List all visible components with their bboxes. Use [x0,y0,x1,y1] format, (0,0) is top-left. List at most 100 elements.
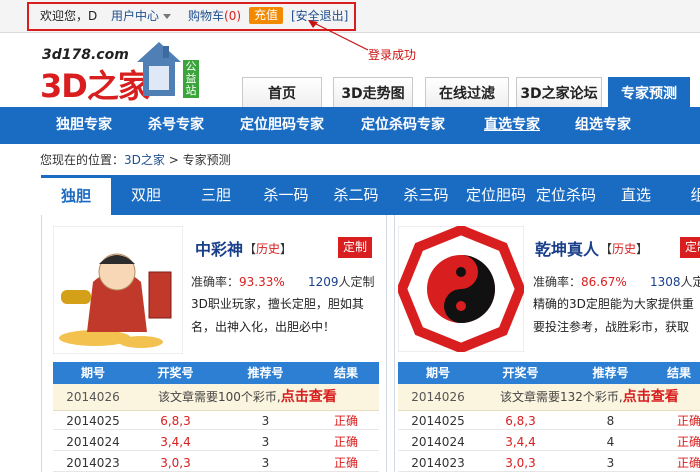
history-label: 历史 [256,242,281,256]
th-draw: 开奖号 [157,366,194,380]
cell-result: 正确 [676,414,700,428]
accuracy-label: 准确率： [191,275,240,289]
customize-button[interactable]: 定制 [338,237,372,258]
customize-button[interactable]: 定制 [680,237,700,258]
cart-label: 购物车 [188,9,225,23]
accuracy-value: 93.33% [239,275,285,289]
cell-draw: 3,4,4 [160,435,191,449]
customers-line: 1209人定制 [308,273,375,290]
accuracy-value: 86.67% [581,275,627,289]
subnav-direct[interactable]: 直选专家 [484,107,540,144]
view-link[interactable]: 点击查看 [623,389,679,405]
accuracy-line: 准确率：86.67% [533,273,627,290]
paid-row: 2014026 该文章需要100个彩币,点击查看 [53,384,379,411]
cell-issue: 2014025 [411,414,465,428]
results-table-header: 期号 开奖号 推荐号 结果 [398,362,700,384]
paid-text: 该文章需要100个彩币, [158,390,281,404]
th-issue: 期号 [425,366,450,380]
paid-row: 2014026 该文章需要132个彩币,点击查看 [398,384,700,411]
breadcrumb-home-link[interactable]: 3D之家 [124,153,165,167]
public-welfare-badge: 公益站 [183,60,199,98]
tab-online-filter[interactable]: 在线过滤 [425,77,509,109]
table-row: 2014024 3,4,4 4 正确 [398,433,700,451]
ctab-direct[interactable]: 直选 [601,175,671,215]
tab-forum[interactable]: 3D之家论坛 [516,77,602,109]
user-center-menu[interactable]: 用户中心 [111,9,172,23]
subnav-kill-number[interactable]: 杀号专家 [148,107,204,144]
ctab-double-dan[interactable]: 双胆 [111,175,181,215]
tab-expert-forecast[interactable]: 专家预测 [608,77,690,109]
subnav-group[interactable]: 组选专家 [575,107,631,144]
expert-description: 3D职业玩家，擅长定胆，胆如其名，出神入化，出胆必中！ [191,297,364,334]
expert-avatar-icon[interactable] [53,226,183,354]
history-link[interactable]: 【历史】 [600,240,648,257]
cell-issue: 2014024 [411,435,465,449]
cell-draw: 6,8,3 [160,414,191,428]
welcome-text: 欢迎您，D [40,9,98,23]
expert-name[interactable]: 中彩神 [195,236,243,260]
recharge-button[interactable]: 充值 [249,7,283,24]
category-tabs: 独胆 双胆 三胆 杀一码 杀二码 杀三码 定位胆码 定位杀码 直选 组 [41,175,700,215]
customer-suffix: 人定制 [680,275,700,289]
ctab-kill-two[interactable]: 杀二码 [321,175,391,215]
ctab-group[interactable]: 组 [683,175,700,215]
table-row: 2014023 3,0,3 3 正确 [53,454,379,472]
cell-result: 正确 [676,456,700,470]
cell-recommend: 3 [261,414,270,428]
cell-result: 正确 [333,414,358,428]
th-result: 结果 [333,366,358,380]
th-draw: 开奖号 [502,366,539,380]
table-row: 2014023 3,0,3 3 正确 [398,454,700,472]
accuracy-label: 准确率： [533,275,582,289]
ctab-position-dan[interactable]: 定位胆码 [461,175,531,215]
tab-trend-chart[interactable]: 3D走势图 [333,77,413,109]
history-label: 历史 [612,242,637,256]
subnav-single-dan[interactable]: 独胆专家 [56,107,112,144]
history-bracket-left: 【 [244,242,257,256]
cart-link[interactable]: 购物车(0) [188,9,241,23]
yin-yang-avatar-icon[interactable] [398,226,524,352]
subnav-position-kill[interactable]: 定位杀码专家 [361,107,445,144]
ctab-single-dan[interactable]: 独胆 [41,175,111,215]
breadcrumb-prefix: 您现在的位置： [40,153,125,167]
subnav-position-dan[interactable]: 定位胆码专家 [240,107,324,144]
paid-issue: 2014026 [66,390,120,404]
paid-text: 该文章需要132个彩币, [500,390,623,404]
breadcrumb-current: 专家预测 [182,153,231,167]
table-row: 2014024 3,4,4 3 正确 [53,433,379,451]
history-bracket-left: 【 [600,242,613,256]
paid-issue: 2014026 [411,390,465,404]
cell-recommend: 3 [261,456,270,470]
paid-message: 该文章需要132个彩币,点击查看 [500,384,679,411]
th-recommend: 推荐号 [247,366,284,380]
cart-count: (0) [224,9,242,23]
history-link[interactable]: 【历史】 [244,240,292,257]
site-logo-text[interactable]: 3D之家 [40,61,150,107]
th-recommend: 推荐号 [592,366,629,380]
table-row: 2014025 6,8,3 8 正确 [398,412,700,430]
cell-draw: 6,8,3 [505,414,536,428]
cell-issue: 2014025 [66,414,120,428]
ctab-position-kill[interactable]: 定位杀码 [531,175,601,215]
cell-issue: 2014023 [411,456,465,470]
cell-recommend: 3 [606,456,615,470]
cell-draw: 3,0,3 [160,456,191,470]
tab-home[interactable]: 首页 [242,77,322,109]
customer-count: 1308 [650,275,681,289]
results-table-header: 期号 开奖号 推荐号 结果 [53,362,379,384]
view-link[interactable]: 点击查看 [281,389,337,405]
ctab-kill-one[interactable]: 杀一码 [251,175,321,215]
cell-result: 正确 [333,456,358,470]
customer-suffix: 人定制 [338,275,375,289]
ctab-triple-dan[interactable]: 三胆 [181,175,251,215]
th-issue: 期号 [80,366,105,380]
user-center-label: 用户中心 [111,9,160,23]
breadcrumb: 您现在的位置：3D之家 > 专家预测 [40,151,231,168]
expert-name[interactable]: 乾坤真人 [535,236,599,260]
cell-issue: 2014023 [66,456,120,470]
ctab-kill-three[interactable]: 杀三码 [391,175,461,215]
paid-message: 该文章需要100个彩币,点击查看 [158,384,337,411]
house-logo-icon [137,42,181,96]
cell-recommend: 3 [261,435,270,449]
history-bracket-right: 】 [280,242,293,256]
